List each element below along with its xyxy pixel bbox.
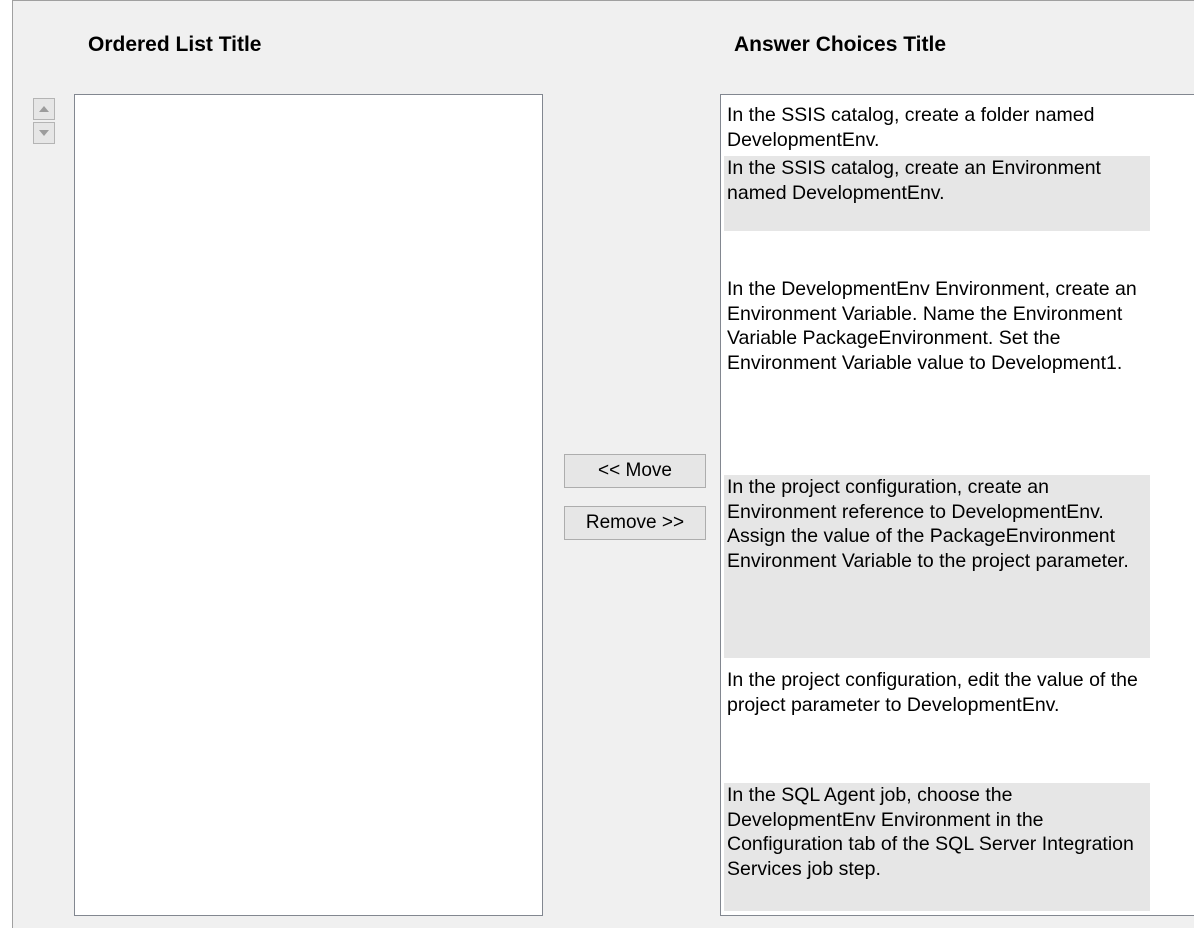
answer-choice-item[interactable]: In the SSIS catalog, create a folder nam… [724, 103, 1150, 153]
arrow-down-icon [39, 130, 49, 136]
answer-choices-title: Answer Choices Title [734, 33, 947, 56]
ordered-list-box[interactable] [74, 94, 543, 916]
move-button[interactable]: << Move [564, 454, 706, 488]
remove-button[interactable]: Remove >> [564, 506, 706, 540]
ordered-list-title: Ordered List Title [88, 33, 262, 56]
answer-choice-item[interactable]: In the project configuration, edit the v… [724, 668, 1150, 768]
move-down-button[interactable] [33, 122, 55, 144]
move-up-button[interactable] [33, 98, 55, 120]
answer-choices-box[interactable]: In the SSIS catalog, create a folder nam… [720, 94, 1194, 916]
answer-choice-item[interactable]: In the SQL Agent job, choose the Develop… [724, 783, 1150, 911]
answer-choice-item[interactable]: In the SSIS catalog, create an Environme… [724, 156, 1150, 231]
answer-choice-item[interactable]: In the DevelopmentEnv Environment, creat… [724, 277, 1150, 460]
arrow-up-icon [39, 106, 49, 112]
answer-choice-item[interactable]: In the project configuration, create an … [724, 475, 1150, 658]
